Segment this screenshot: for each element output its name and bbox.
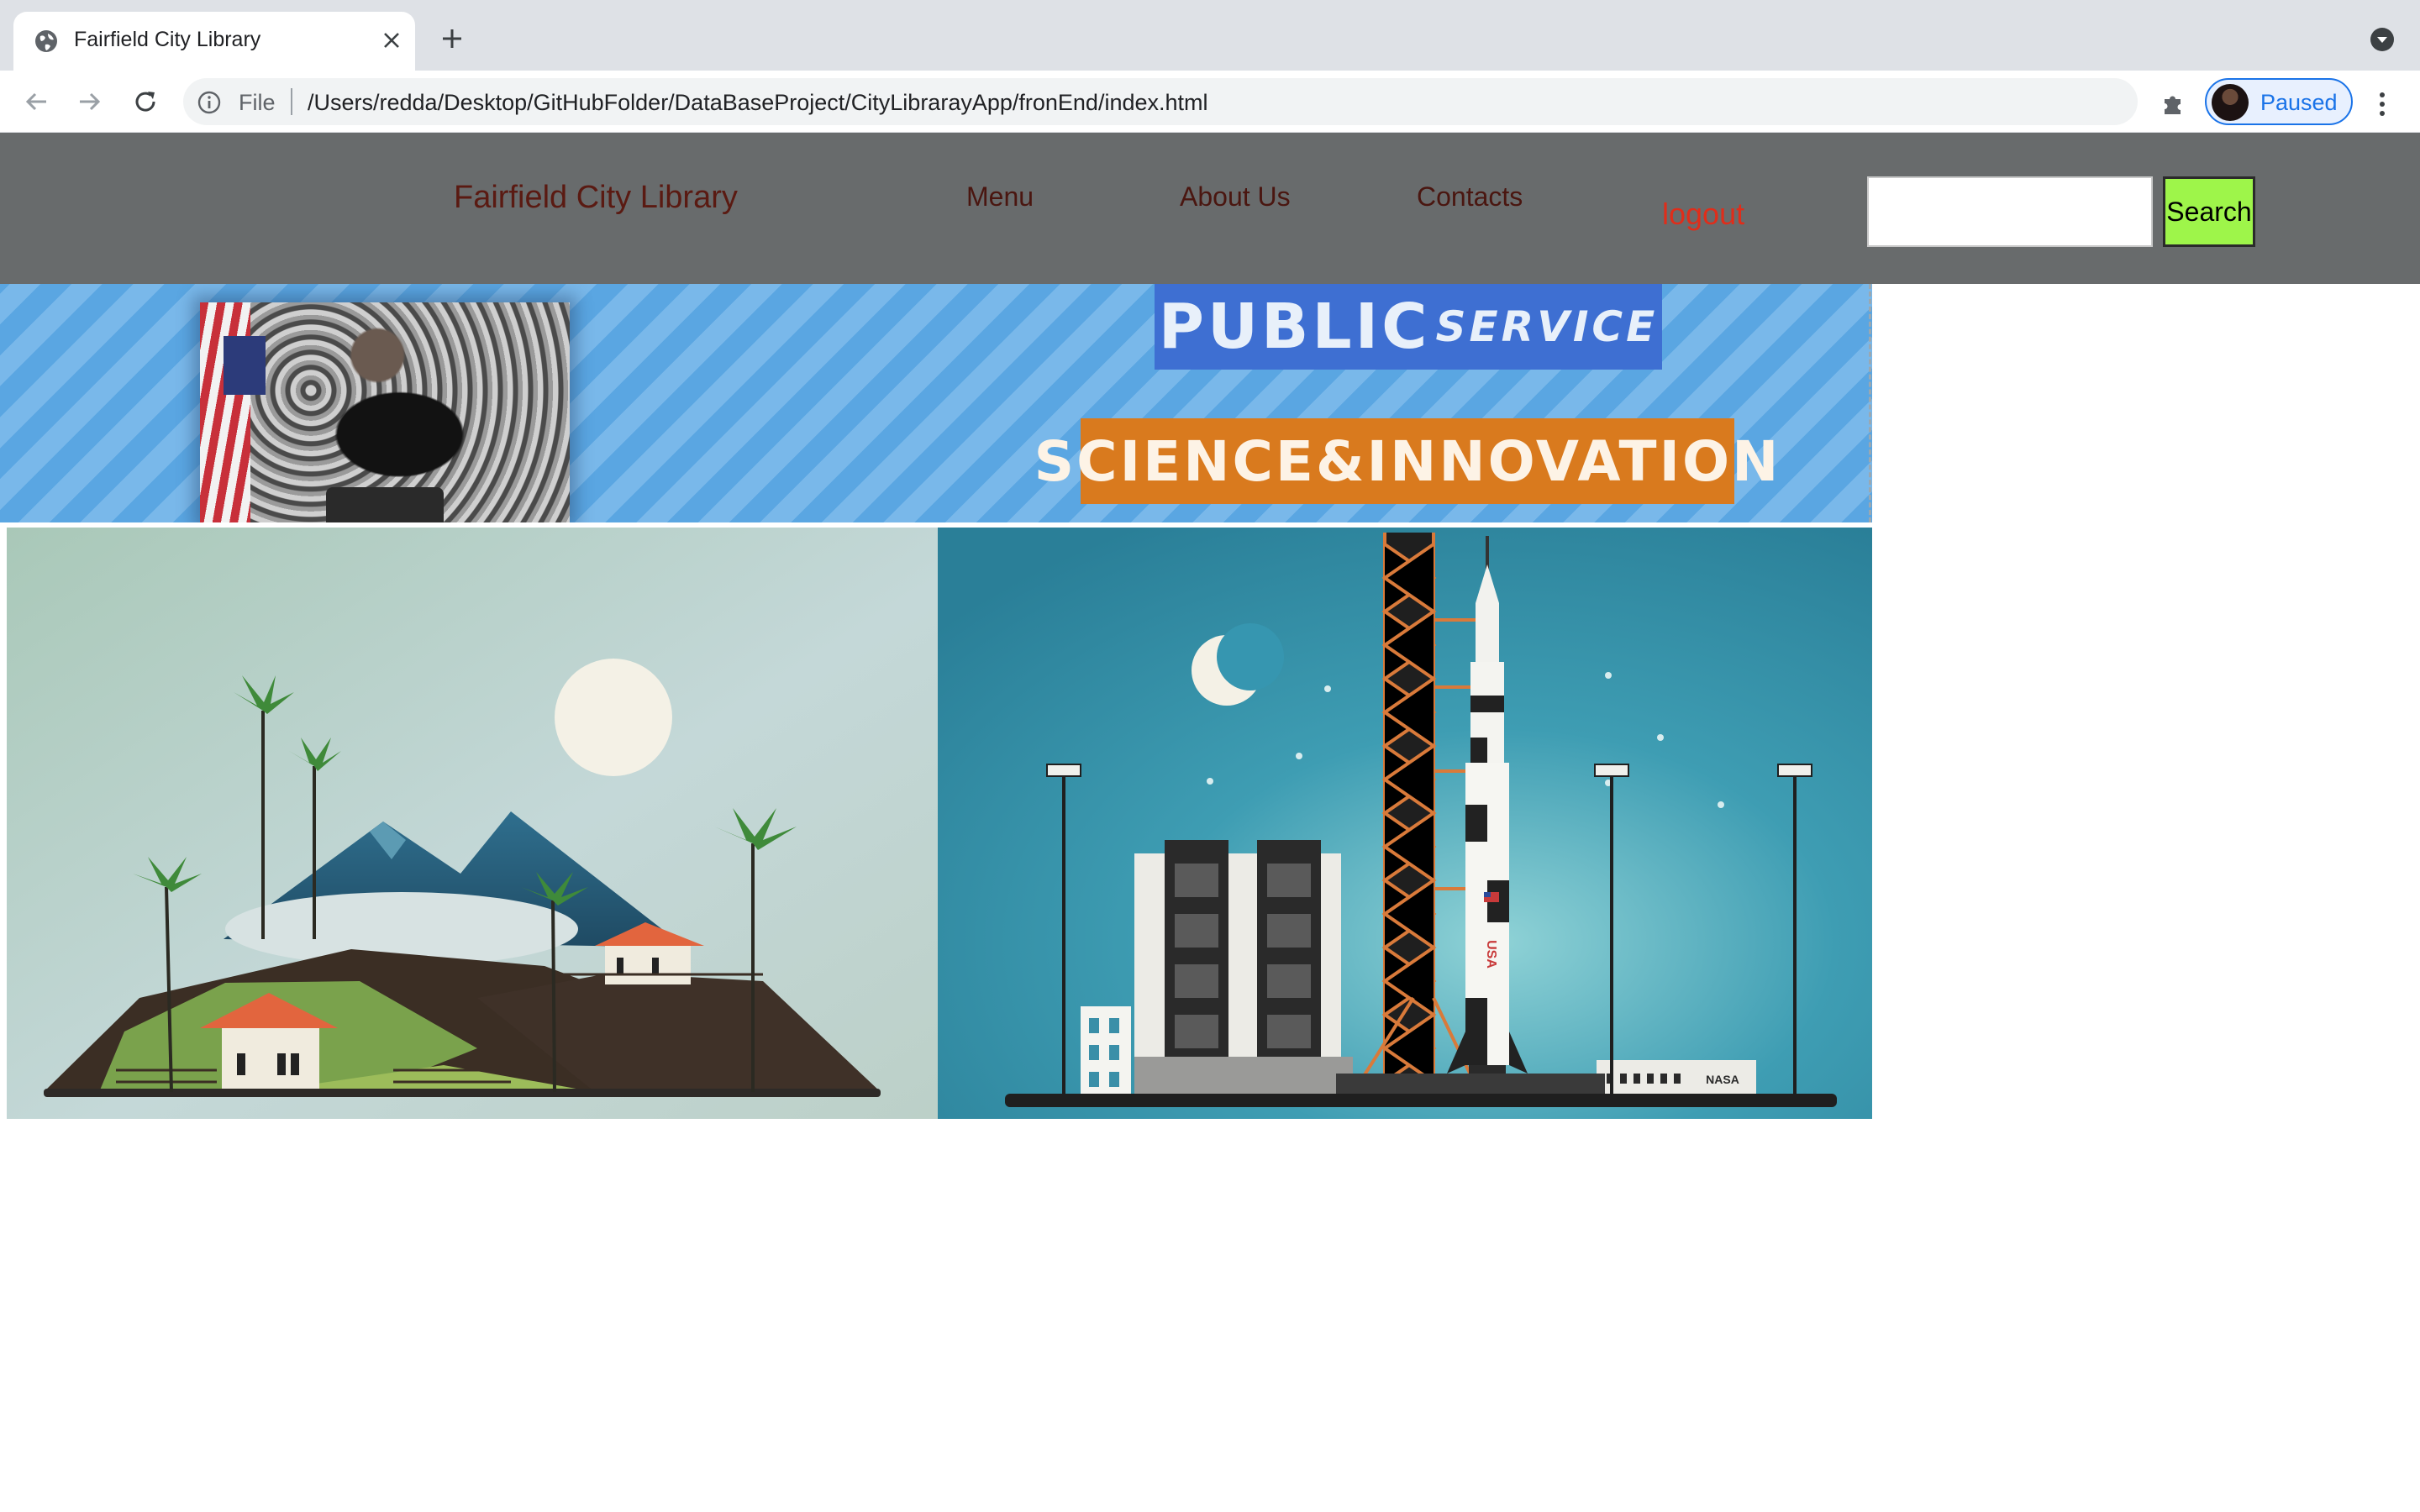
- science-innovation-box: SCIENCE&INNOVATION: [1034, 418, 1778, 504]
- search-input[interactable]: [1867, 176, 2153, 247]
- podium-graphic: [326, 487, 444, 522]
- search-button[interactable]: Search: [2163, 176, 2255, 247]
- kebab-menu-icon[interactable]: [2368, 87, 2396, 121]
- reload-icon[interactable]: [128, 84, 163, 119]
- illustration-panel: USA NASA: [7, 528, 1872, 1119]
- address-url[interactable]: /Users/redda/Desktop/GitHubFolder/DataBa…: [308, 90, 1208, 116]
- puzzle-icon[interactable]: [2156, 87, 2190, 121]
- info-icon[interactable]: [197, 90, 222, 115]
- banner-edge: [1869, 284, 1872, 522]
- close-icon[interactable]: [378, 27, 405, 54]
- tab-title: Fairfield City Library: [74, 28, 261, 51]
- browser-toolbar: File /Users/redda/Desktop/GitHubFolder/D…: [0, 71, 2420, 133]
- public-service-box: PUBLIC SERVICE: [1155, 284, 1662, 370]
- landscape-illustration: [7, 528, 938, 1119]
- site-brand[interactable]: Fairfield City Library: [454, 180, 738, 216]
- browser-tab[interactable]: Fairfield City Library: [13, 12, 415, 71]
- globe-icon: [34, 29, 59, 54]
- nav-about-link[interactable]: About Us: [1180, 181, 1291, 213]
- forward-arrow-icon[interactable]: [72, 84, 108, 119]
- site-header: Fairfield City Library Menu About Us Con…: [0, 133, 2420, 284]
- service-label: SERVICE: [1435, 302, 1659, 351]
- flag-canton: [224, 336, 266, 395]
- rocket-illustration: USA NASA: [938, 528, 1872, 1119]
- speech-photo: [200, 302, 570, 522]
- address-divider: [291, 88, 292, 115]
- sun-shape: [555, 659, 672, 776]
- address-scheme-label: File: [239, 90, 276, 115]
- avatar: [2212, 84, 2249, 121]
- back-arrow-icon[interactable]: [18, 84, 54, 119]
- nav-contacts-link[interactable]: Contacts: [1417, 181, 1523, 213]
- nav-menu-link[interactable]: Menu: [966, 181, 1034, 213]
- logout-link[interactable]: logout: [1662, 197, 1744, 232]
- profile-status-label: Paused: [2260, 90, 2338, 115]
- nasa-text: NASA: [1706, 1073, 1739, 1086]
- profile-button[interactable]: Paused: [2205, 78, 2353, 125]
- hero-banner: PUBLIC SERVICE SCIENCE&INNOVATION: [0, 284, 1872, 522]
- address-bar[interactable]: File /Users/redda/Desktop/GitHubFolder/D…: [183, 78, 2302, 125]
- public-label: PUBLIC: [1158, 291, 1431, 363]
- browser-tab-strip: Fairfield City Library: [0, 0, 2420, 71]
- chevron-down-icon[interactable]: [2368, 25, 2396, 54]
- plus-icon[interactable]: [437, 24, 467, 54]
- rocket-usa-text: USA: [1484, 940, 1498, 969]
